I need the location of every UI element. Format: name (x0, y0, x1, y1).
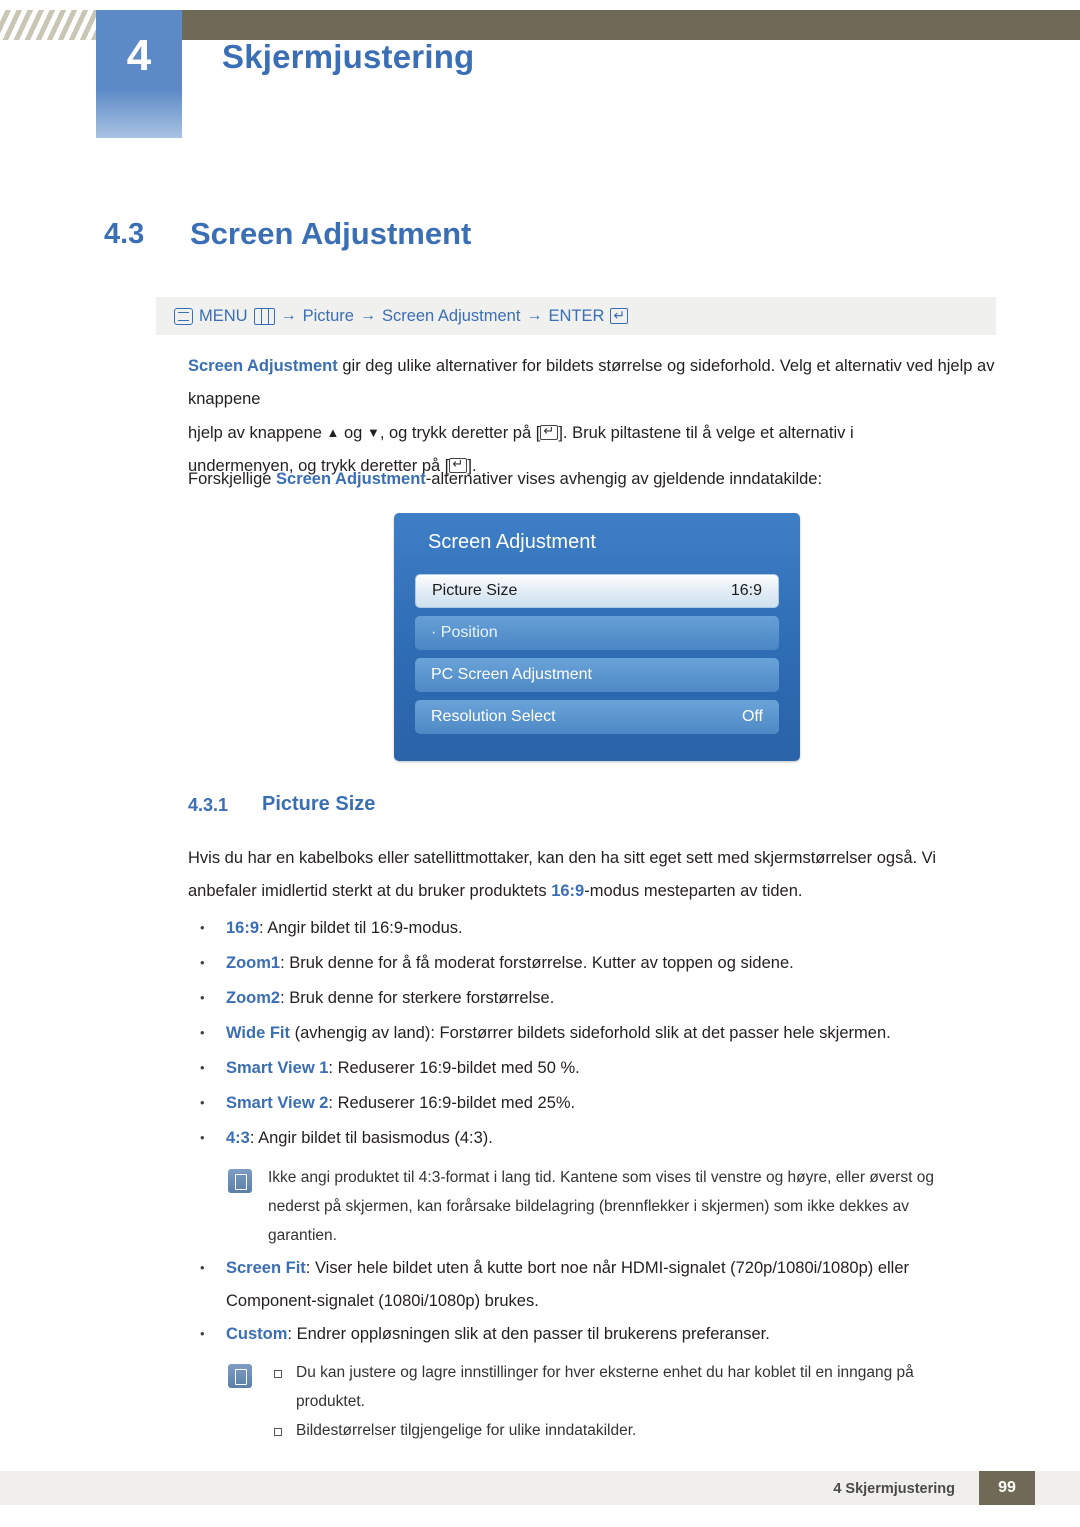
list-item: Custom: Endrer oppløsningen slik at den … (188, 1317, 996, 1351)
bullet-term: Smart View 2 (226, 1094, 329, 1112)
osd-row-label: Resolution Select (431, 708, 556, 725)
osd-row-position[interactable]: · Position (415, 616, 779, 650)
osd-row-resolution-select[interactable]: Resolution Select Off (415, 700, 779, 734)
note-square-bullet (274, 1370, 282, 1378)
note-block-1: Ikke angi produktet til 4:3-format i lan… (228, 1163, 998, 1250)
bullet-text: (avhengig av land): Forstørrer bildets s… (290, 1024, 891, 1042)
footer-chapter-label: 4 Skjermjustering (833, 1481, 955, 1497)
triangle-down-icon: ▼ (366, 425, 380, 440)
body-line2-pre: anbefaler imidlertid sterkt at du bruker… (188, 882, 552, 900)
note-line-2: nederst på skjermen, kan forårsake bilde… (268, 1198, 909, 1215)
bullet-text: : Bruk denne for å få moderat forstørrel… (280, 954, 794, 972)
bullet-term: Zoom2 (226, 989, 281, 1007)
osd-row-label: Picture Size (432, 582, 518, 599)
list-item: Screen Fit: Viser hele bildet uten å kut… (188, 1251, 996, 1318)
chapter-title: Skjermjustering (222, 38, 475, 75)
intro-p1-term: Screen Adjustment (188, 357, 338, 375)
subsection-title: Picture Size (262, 793, 376, 815)
enter-key-icon (610, 306, 629, 324)
list-item: 16:9: Angir bildet til 16:9-modus. (188, 911, 996, 945)
bullet-text: : Reduserer 16:9-bildet med 25%. (328, 1094, 576, 1112)
triangle-up-icon: ▲ (326, 425, 340, 440)
menu-path-item-picture: Picture (302, 306, 354, 325)
body-line2-post: -modus mesteparten av tiden. (584, 882, 803, 900)
osd-row-value: Off (741, 708, 763, 725)
list-item: Wide Fit (avhengig av land): Forstørrer … (188, 1016, 996, 1050)
note2-line-3: Bildestørrelser tilgjengelige for ulike … (296, 1422, 637, 1439)
bullet-term: Custom (226, 1325, 288, 1343)
menu-path-menu-label: MENU (199, 306, 248, 325)
page-number: 99 (979, 1471, 1035, 1505)
intro-p2-pre: Forskjellige (188, 470, 277, 488)
intro-p1-line2-tail: ]. Bruk piltastene til å velge et altern… (558, 424, 854, 442)
menu-path-arrow-2: → (359, 307, 376, 324)
menu-path-item-screen-adjustment: Screen Adjustment (381, 306, 521, 325)
list-item: Zoom2: Bruk denne for sterkere forstørre… (188, 981, 996, 1015)
intro-p2-post: -alternativer vises avhengig av gjeldend… (425, 470, 823, 488)
body-line2-term: 16:9 (551, 882, 585, 900)
list-item: 4:3: Angir bildet til basismodus (4:3). (188, 1121, 996, 1155)
menu-path-enter-label: ENTER (548, 306, 605, 325)
note-block-3: Bildestørrelser tilgjengelige for ulike … (228, 1416, 998, 1445)
bullet-text: : Reduserer 16:9-bildet med 50 %. (328, 1059, 580, 1077)
osd-row-value: 16:9 (730, 582, 762, 599)
bullet-text: : Angir bildet til 16:9-modus. (259, 919, 463, 937)
intro-paragraph-2: Forskjellige Screen Adjustment-alternati… (188, 463, 996, 496)
list-item: Smart View 2: Reduserer 16:9-bildet med … (188, 1086, 996, 1120)
menu-path-arrow-3: → (526, 307, 543, 324)
bullet-text-line2: Component-signalet (1080i/1080p) brukes. (226, 1292, 539, 1310)
intro-p1-line2-mid: og (339, 424, 367, 442)
note-square-bullet (274, 1428, 282, 1436)
note-line-3: garantien. (268, 1227, 337, 1244)
bullet-text: : Endrer oppløsningen slik at den passer… (287, 1325, 770, 1343)
intro-p2-term: Screen Adjustment (276, 470, 426, 488)
list-item: Zoom1: Bruk denne for å få moderat forst… (188, 946, 996, 980)
enter-key-icon-inline-1 (540, 422, 559, 440)
header-hatch-decoration (0, 10, 96, 40)
osd-screen-adjustment-menu: Screen Adjustment Picture Size 16:9 · Po… (394, 513, 800, 761)
page-title: Screen Adjustment (190, 216, 472, 251)
body-paragraph: Hvis du har en kabelboks eller satellitt… (188, 842, 996, 908)
bullet-term: Smart View 1 (226, 1059, 329, 1077)
note-block-2: Du kan justere og lagre innstillinger fo… (228, 1358, 998, 1416)
note-icon (228, 1364, 252, 1388)
list-item: Smart View 1: Reduserer 16:9-bildet med … (188, 1051, 996, 1085)
chapter-number: 4 (126, 31, 152, 80)
bullet-text: : Viser hele bildet uten å kutte bort no… (305, 1259, 910, 1277)
osd-title: Screen Adjustment (428, 531, 596, 553)
bullet-term: 16:9 (226, 919, 260, 937)
osd-row-picture-size[interactable]: Picture Size 16:9 (415, 574, 779, 608)
osd-row-label: PC Screen Adjustment (431, 666, 592, 683)
osd-row-label: · Position (431, 624, 498, 641)
bullet-text: : Angir bildet til basismodus (4:3). (249, 1129, 493, 1147)
bullet-text: : Bruk denne for sterkere forstørrelse. (280, 989, 555, 1007)
body-line1: Hvis du har en kabelboks eller satellitt… (188, 849, 937, 867)
note-icon (228, 1169, 252, 1193)
menu-button-icon (174, 307, 193, 325)
bullet-term: Screen Fit (226, 1259, 306, 1277)
osd-row-pc-screen-adjustment[interactable]: PC Screen Adjustment (415, 658, 779, 692)
menu-path-arrow-1: → (280, 307, 297, 324)
intro-p1-line2-rest: , og trykk deretter på [ (379, 424, 541, 442)
menu-grid-icon (253, 307, 275, 325)
menu-path-bar: MENU → Picture → Screen Adjustment → ENT… (156, 297, 996, 335)
bullet-term: 4:3 (226, 1129, 250, 1147)
bullet-term: Zoom1 (226, 954, 281, 972)
page-header: 4 Skjermjustering (0, 0, 1080, 138)
note2-line-1: Du kan justere og lagre innstillinger fo… (296, 1364, 914, 1381)
bullet-term: Wide Fit (226, 1024, 291, 1042)
section-number: 4.3 (104, 218, 145, 250)
subsection-number: 4.3.1 (188, 795, 229, 815)
note-line-1: Ikke angi produktet til 4:3-format i lan… (268, 1169, 934, 1186)
note2-line-2: produktet. (296, 1393, 365, 1410)
intro-p1-line2-pre: hjelp av knappene (188, 424, 322, 442)
